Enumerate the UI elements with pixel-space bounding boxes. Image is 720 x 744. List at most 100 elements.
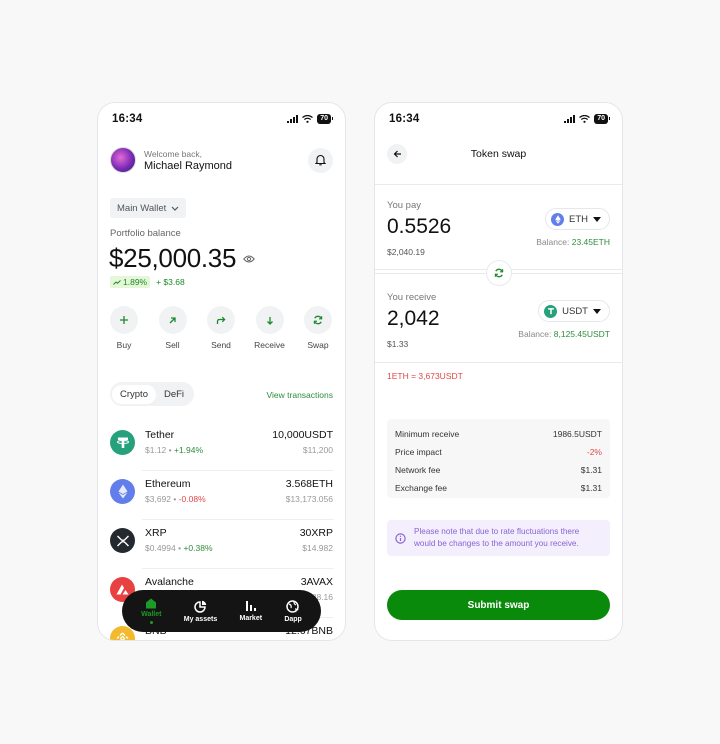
receive-section: You receive 2,042 $1.33 USDT Balance: 8,… (387, 292, 610, 349)
notifications-button[interactable] (308, 147, 333, 173)
change-percent-badge: 1.89% (110, 276, 151, 288)
wallet-screen: 16:34 70 Welcome back, Michael Raymond M… (97, 102, 346, 641)
asset-value: $14.982 (302, 543, 333, 553)
asset-row-ethereum[interactable]: Ethereum $3,692 • -0.08% 3.568ETH $13,17… (110, 470, 333, 519)
wallet-selector-label: Main Wallet (117, 202, 167, 214)
asset-change: -0.08% (178, 494, 206, 504)
tab-crypto[interactable]: Crypto (112, 384, 156, 404)
swap-details: Minimum receive 1986.5USDT Price impact … (387, 419, 610, 498)
asset-name: XRP (145, 527, 167, 539)
asset-change: +0.38% (183, 543, 213, 553)
bar-chart-icon (245, 601, 256, 611)
signal-icon (287, 115, 299, 123)
asset-value: $13,173.056 (285, 494, 333, 504)
bottom-nav: Wallet My assets Market Dapp (122, 590, 321, 632)
asset-row-xrp[interactable]: XRP $0.4994 • +0.38% 30XRP $14.982 (110, 519, 333, 568)
nav-my-assets[interactable]: My assets (184, 600, 217, 623)
wallet-selector[interactable]: Main Wallet (110, 198, 187, 218)
receive-button[interactable]: Receive (254, 306, 285, 350)
asset-amount: 30XRP (299, 527, 333, 539)
arrow-down-icon (266, 316, 273, 325)
top-bar: Token swap (375, 141, 622, 185)
asset-value: $11,200 (302, 445, 333, 455)
ethereum-icon (110, 479, 135, 504)
portfolio-label: Portfolio balance (110, 228, 181, 239)
view-transactions-link[interactable]: View transactions (267, 390, 333, 400)
refresh-icon (494, 268, 504, 278)
sell-button[interactable]: Sell (158, 306, 188, 350)
trend-up-icon (113, 279, 121, 285)
divider (375, 362, 622, 363)
home-icon (146, 598, 157, 609)
forward-arrow-icon (216, 316, 226, 324)
balance-value: $25,000.35 (109, 243, 237, 273)
asset-amount: 3AVAX (300, 576, 333, 588)
nav-dapp[interactable]: Dapp (284, 599, 302, 623)
submit-swap-button[interactable]: Submit swap (387, 590, 610, 620)
arrow-up-right-icon (169, 316, 176, 323)
asset-amount: 3.568ETH (285, 478, 333, 490)
wifi-icon (302, 115, 314, 123)
pay-usd-value: $2,040.19 (387, 247, 425, 257)
refresh-icon (313, 315, 323, 325)
receive-usd-value: $1.33 (387, 339, 409, 349)
receive-token-label: USDT (562, 305, 588, 317)
balance-change: 1.89% + $3.68 (110, 276, 185, 288)
asset-price: $1.12 (145, 445, 167, 455)
send-button[interactable]: Send (206, 306, 236, 350)
plus-icon (120, 316, 128, 324)
rate-fluctuation-note: Please note that due to rate fluctuation… (387, 520, 610, 556)
receive-balance: Balance: 8,125.45USDT (518, 329, 610, 339)
asset-name: Ethereum (145, 478, 191, 490)
swap-button[interactable]: Swap (303, 306, 333, 350)
chevron-down-icon (171, 206, 179, 211)
battery-icon: 70 (317, 114, 333, 124)
tab-defi[interactable]: DeFi (156, 385, 192, 404)
detail-row: Network fee $1.31 (395, 465, 602, 475)
avatar[interactable] (110, 147, 136, 173)
ethereum-icon (551, 212, 564, 226)
pay-token-selector[interactable]: ETH (545, 208, 610, 230)
bell-icon (315, 154, 326, 166)
pay-balance: Balance: 23.45ETH (536, 237, 610, 247)
swap-direction-button[interactable] (486, 260, 512, 286)
portfolio-balance: $25,000.35 (109, 243, 256, 274)
status-time: 16:34 (389, 113, 420, 125)
nav-wallet[interactable]: Wallet (141, 598, 161, 624)
tether-icon (544, 304, 558, 318)
info-icon (395, 532, 406, 544)
pie-chart-icon (194, 600, 207, 613)
eye-icon[interactable] (243, 255, 256, 263)
asset-row-tether[interactable]: Tether $1.12 • +1.94% 10,000USDT $11,200 (110, 421, 333, 470)
asset-price: $0.4994 (145, 543, 176, 553)
asset-tabs: Crypto DeFi (110, 382, 195, 406)
signal-icon (564, 115, 576, 123)
detail-row: Minimum receive 1986.5USDT (395, 429, 602, 439)
detail-row: Exchange fee $1.31 (395, 483, 602, 493)
asset-name: Tether (145, 429, 175, 441)
nav-market[interactable]: Market (239, 600, 262, 622)
status-time: 16:34 (112, 113, 143, 125)
wifi-icon (579, 115, 591, 123)
welcome-text: Welcome back, (144, 148, 202, 159)
status-bar: 16:34 70 (389, 112, 610, 126)
globe-icon (286, 599, 300, 613)
buy-button[interactable]: Buy (109, 306, 139, 350)
asset-name: Avalanche (145, 576, 194, 588)
receive-token-selector[interactable]: USDT (538, 300, 610, 322)
change-amount: + $3.68 (156, 277, 185, 287)
tether-icon (110, 430, 135, 455)
caret-down-icon (593, 308, 601, 314)
detail-row: Price impact -2% (395, 447, 602, 457)
status-bar: 16:34 70 (112, 112, 333, 126)
page-title: Token swap (470, 148, 527, 160)
asset-price: $3,692 (145, 494, 171, 504)
pay-section: You pay 0.5526 $2,040.19 ETH Balance: 23… (387, 200, 610, 257)
user-name: Michael Raymond (144, 159, 233, 172)
pay-token-label: ETH (569, 213, 588, 225)
caret-down-icon (593, 216, 601, 222)
asset-change: +1.94% (173, 445, 204, 455)
note-text: Please note that due to rate fluctuation… (414, 527, 580, 548)
active-indicator (149, 621, 153, 624)
quick-actions: Buy Sell Send Receive Swap (109, 306, 333, 350)
